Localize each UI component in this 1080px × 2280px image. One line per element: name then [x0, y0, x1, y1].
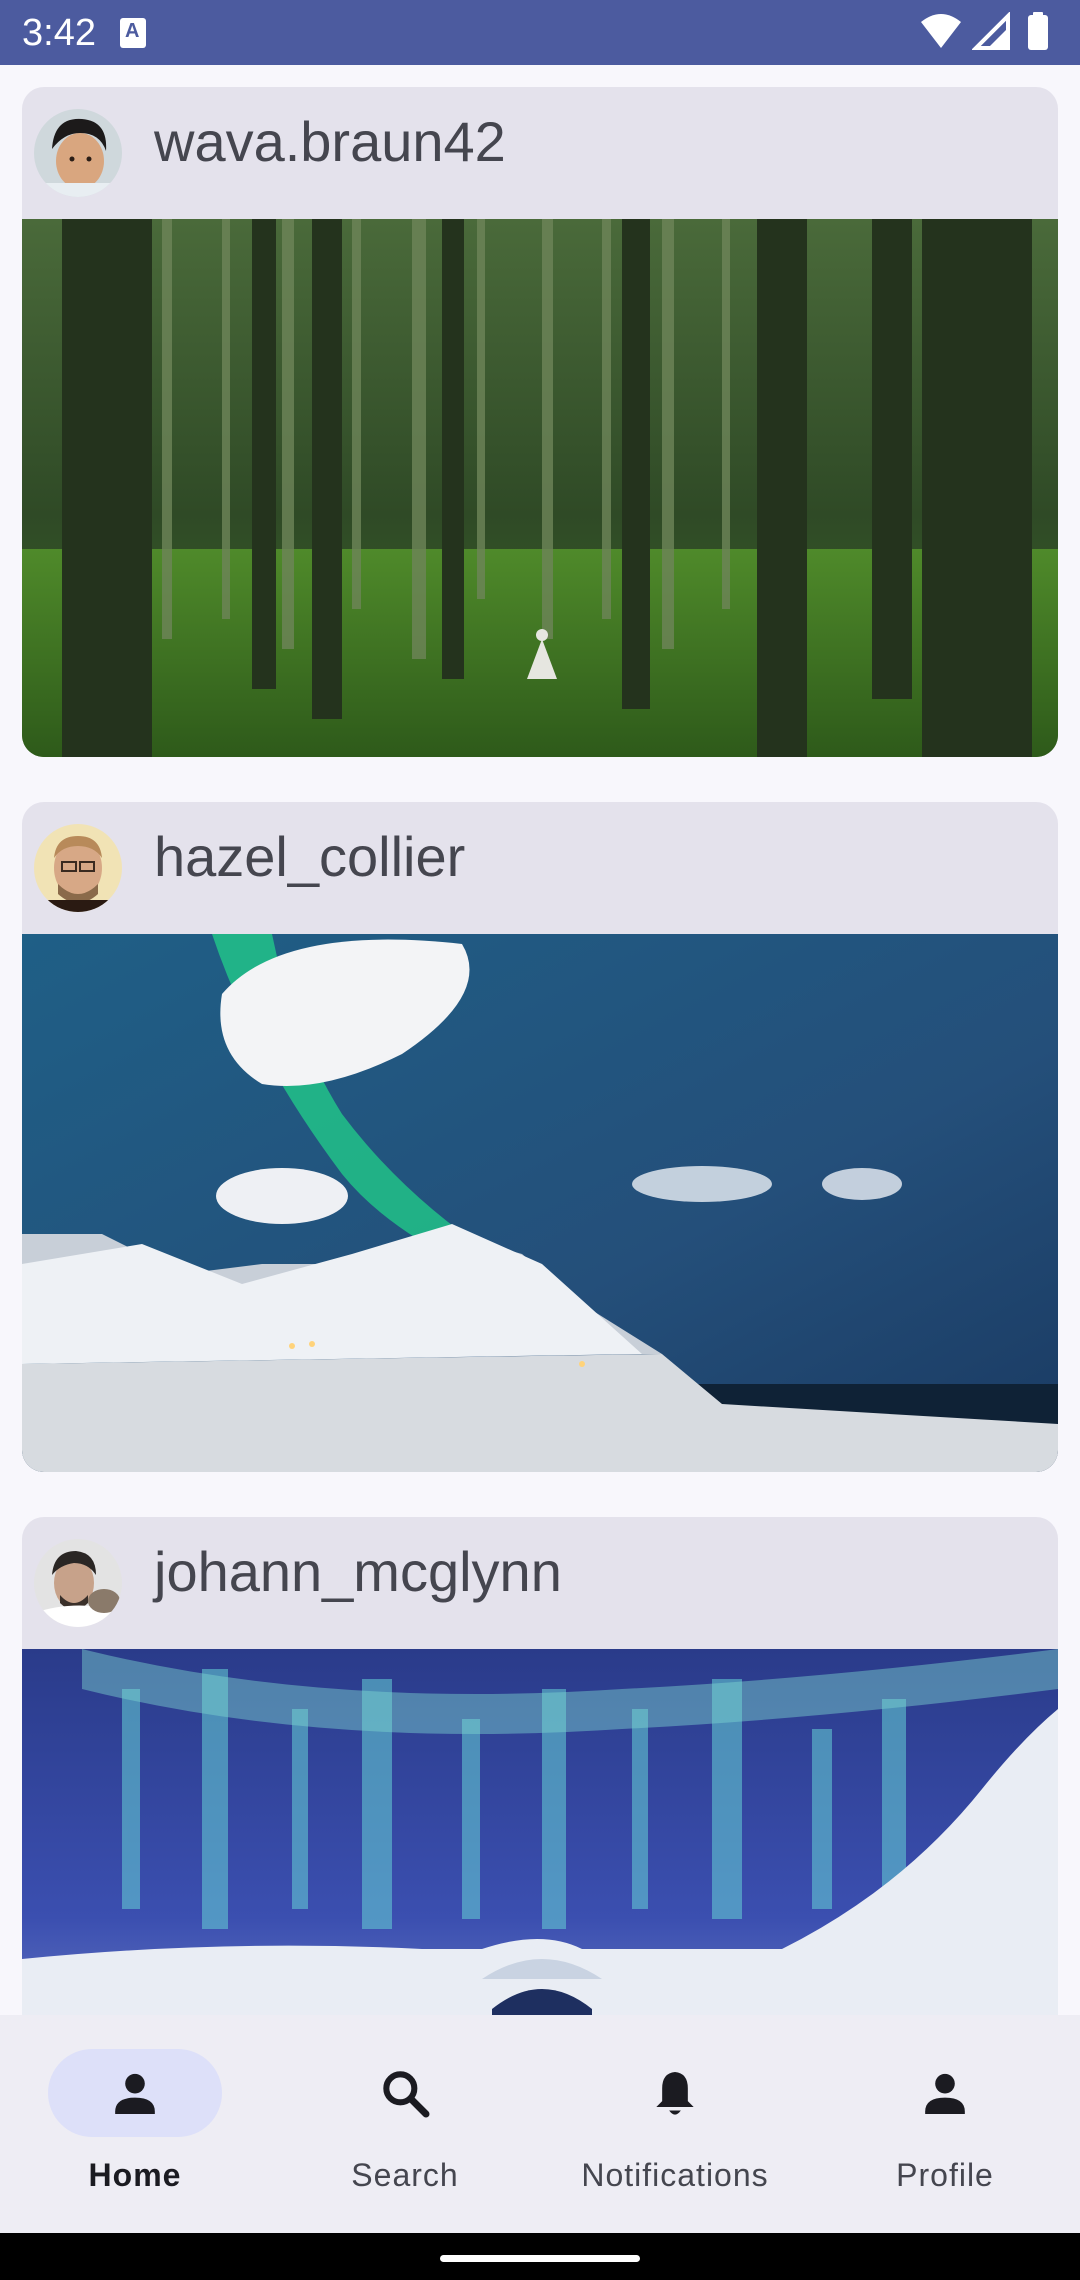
post-card[interactable]: hazel_collier: [22, 802, 1058, 1472]
feed-list[interactable]: wava.braun42 hazel_collier johann_mcglyn…: [0, 65, 1080, 2015]
post-header: hazel_collier: [22, 802, 1058, 934]
post-image[interactable]: [22, 219, 1058, 757]
clock-time: 3:42: [22, 12, 96, 54]
nav-label-home: Home: [88, 2157, 182, 2193]
wifi-icon: [921, 14, 962, 48]
post-image[interactable]: [22, 934, 1058, 1472]
post-card[interactable]: wava.braun42: [22, 87, 1058, 757]
post-header: wava.braun42: [22, 87, 1058, 219]
post-username[interactable]: johann_mcglynn: [154, 1537, 562, 1607]
avatar[interactable]: [34, 109, 122, 197]
cellular-signal-icon: [971, 12, 1010, 50]
battery-icon: [1028, 12, 1048, 50]
post-username[interactable]: wava.braun42: [154, 107, 506, 177]
avatar[interactable]: [34, 824, 122, 912]
person-icon: [115, 2073, 155, 2114]
text-notification-icon: [120, 18, 146, 48]
nav-item-search[interactable]: Search: [270, 2015, 540, 2233]
nav-item-notifications[interactable]: Notifications: [540, 2015, 810, 2233]
nav-item-profile[interactable]: Profile: [810, 2015, 1080, 2233]
status-bar: 3:42: [0, 0, 1080, 65]
post-username[interactable]: hazel_collier: [154, 822, 465, 892]
nav-label-profile: Profile: [896, 2157, 994, 2193]
bell-icon: [656, 2072, 694, 2115]
post-image[interactable]: [22, 1649, 1058, 2015]
search-icon: [383, 2071, 430, 2118]
system-icons: [919, 12, 1054, 52]
post-header: johann_mcglynn: [22, 1517, 1058, 1649]
bottom-navigation-bar: Home Search Notifications Profile: [0, 2015, 1080, 2233]
gesture-handle[interactable]: [440, 2255, 640, 2262]
post-card[interactable]: johann_mcglynn: [22, 1517, 1058, 2015]
nav-label-notifications: Notifications: [581, 2157, 769, 2193]
person-icon: [925, 2073, 965, 2114]
nav-item-home[interactable]: Home: [0, 2015, 270, 2233]
nav-label-search: Search: [351, 2157, 459, 2193]
gesture-navigation-bar: [0, 2233, 1080, 2280]
avatar[interactable]: [34, 1539, 122, 1627]
